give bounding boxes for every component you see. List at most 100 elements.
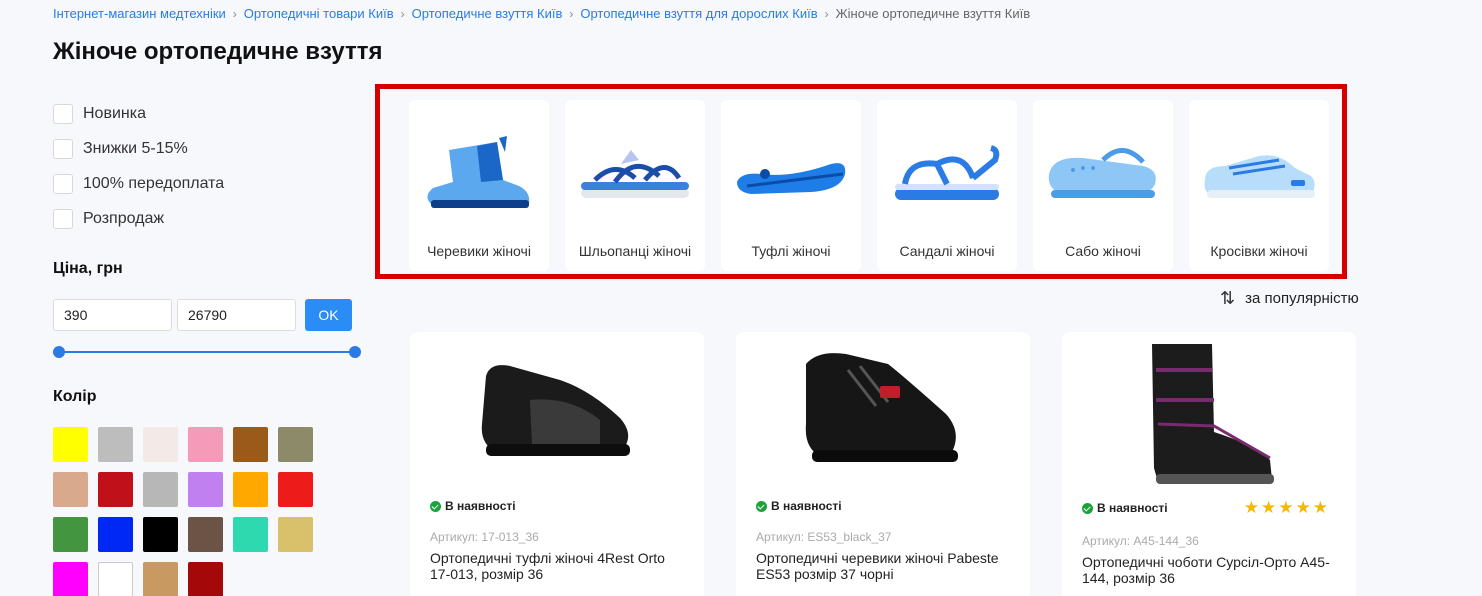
category-label: Туфлі жіночі — [751, 243, 831, 259]
color-swatch-grey-pattern[interactable] — [143, 472, 178, 507]
color-swatch-pink[interactable] — [188, 427, 223, 462]
rating-stars: ★★★★★ — [1243, 498, 1330, 517]
color-filter-title: Колір — [53, 388, 97, 405]
sort-dropdown[interactable]: ⇅ за популярністю — [1220, 288, 1359, 309]
sandal-icon — [895, 145, 1000, 200]
breadcrumb: Інтернет-магазин медтехніки › Ортопедичн… — [53, 6, 1030, 21]
color-swatch-brown[interactable] — [233, 427, 268, 462]
product-name[interactable]: Ортопедичні черевики жіночі Pabeste ES53… — [756, 550, 1014, 582]
color-swatch-blue[interactable] — [98, 517, 133, 552]
category-label: Шльопанці жіночі — [578, 243, 692, 259]
product-image — [481, 365, 630, 456]
clog-icon — [1048, 148, 1156, 198]
checkbox[interactable] — [53, 173, 73, 194]
price-min-input[interactable] — [53, 299, 172, 331]
category-tile-boots[interactable]: Черевики жіночі — [409, 100, 549, 271]
breadcrumb-link[interactable]: Ортопедичне взуття Київ — [412, 6, 563, 21]
stock-label: В наявності — [1097, 501, 1168, 515]
sandal-slide-icon — [581, 150, 689, 198]
color-swatch-white[interactable] — [98, 562, 133, 596]
filter-label: Новинка — [83, 104, 146, 122]
color-swatch-leopard[interactable] — [143, 562, 178, 596]
slider-track — [59, 351, 355, 353]
slider-max-handle[interactable] — [349, 346, 361, 358]
chevron-right-icon: › — [232, 6, 237, 21]
filter-option-new[interactable]: Новинка — [53, 96, 363, 131]
checkbox[interactable] — [53, 103, 73, 124]
product-sku: Артикул: ES53_black_37 — [756, 530, 892, 544]
stock-status: В наявності — [1082, 501, 1168, 515]
category-label: Черевики жіночі — [427, 243, 531, 259]
color-swatch-camouflage[interactable] — [278, 427, 313, 462]
breadcrumb-current: Жіноче ортопедичне взуття Київ — [835, 6, 1031, 21]
breadcrumb-link[interactable]: Ортопедичні товари Київ — [244, 6, 394, 21]
filter-option-discount[interactable]: Знижки 5-15% — [53, 131, 363, 166]
chevron-right-icon: › — [569, 6, 574, 21]
stock-label: В наявності — [771, 499, 842, 513]
product-card[interactable]: В наявності Артикул: ES53_black_37 Ортоп… — [736, 332, 1030, 596]
color-swatch-turquoise[interactable] — [233, 517, 268, 552]
color-swatch-green[interactable] — [53, 517, 88, 552]
filter-option-prepayment[interactable]: 100% передоплата — [53, 166, 363, 201]
filter-label: Знижки 5-15% — [83, 139, 188, 157]
category-tile-shoes[interactable]: Туфлі жіночі — [721, 100, 861, 271]
color-swatch-beige[interactable] — [53, 472, 88, 507]
breadcrumb-link[interactable]: Інтернет-магазин медтехніки — [53, 6, 226, 21]
ankle-boot-icon — [427, 136, 530, 208]
chevron-right-icon: › — [824, 6, 829, 21]
category-label: Кросівки жіночі — [1210, 243, 1308, 259]
category-label: Сабо жіночі — [1065, 243, 1141, 259]
color-swatch-orange[interactable] — [233, 472, 268, 507]
product-sku: Артикул: A45-144_36 — [1082, 534, 1199, 548]
color-swatch-gold[interactable] — [278, 517, 313, 552]
price-ok-button[interactable]: OK — [305, 299, 352, 331]
stock-label: В наявності — [445, 499, 516, 513]
sneaker-icon — [1204, 155, 1315, 198]
color-swatch-magenta[interactable] — [53, 562, 88, 596]
check-circle-icon — [430, 500, 441, 512]
check-circle-icon — [1082, 502, 1093, 514]
color-swatch-snake-pattern[interactable] — [188, 517, 223, 552]
product-name[interactable]: Ортопедичні чоботи Сурсіл-Орто А45-144, … — [1082, 554, 1340, 586]
color-swatch-red[interactable] — [278, 472, 313, 507]
price-filter-title: Ціна, грн — [53, 260, 123, 277]
color-swatch-grey[interactable] — [98, 427, 133, 462]
chevron-right-icon: › — [400, 6, 405, 21]
sort-icon: ⇅ — [1220, 288, 1236, 308]
category-highlight-box: Черевики жіночі Шльопанці жіночі Туфлі ж… — [375, 84, 1347, 279]
color-swatch-yellow[interactable] — [53, 427, 88, 462]
color-swatch-grid — [53, 427, 313, 596]
price-filter: OK — [53, 299, 352, 331]
filter-checkboxes: Новинка Знижки 5-15% 100% передоплата Ро… — [53, 96, 363, 236]
category-tile-sneakers[interactable]: Кросівки жіночі — [1189, 100, 1329, 271]
product-card[interactable]: В наявності Артикул: 17-013_36 Ортопедич… — [410, 332, 704, 596]
slider-min-handle[interactable] — [53, 346, 65, 358]
checkbox[interactable] — [53, 138, 73, 159]
product-image — [1152, 344, 1274, 484]
color-swatch-multicolor[interactable] — [188, 472, 223, 507]
color-swatch-black[interactable] — [143, 517, 178, 552]
category-tile-sandals[interactable]: Сандалі жіночі — [877, 100, 1017, 271]
product-name[interactable]: Ортопедичні туфлі жіночі 4Rest Orto 17-0… — [430, 550, 688, 582]
flat-shoe-icon — [737, 163, 846, 194]
product-sku: Артикул: 17-013_36 — [430, 530, 539, 544]
filter-option-sale[interactable]: Розпродаж — [53, 201, 363, 236]
page-title: Жіноче ортопедичне взуття — [53, 38, 383, 65]
stock-status: В наявності — [430, 499, 516, 513]
checkbox[interactable] — [53, 208, 73, 229]
color-swatch-floral-pattern[interactable] — [143, 427, 178, 462]
check-circle-icon — [756, 500, 767, 512]
breadcrumb-link[interactable]: Ортопедичне взуття для дорослих Київ — [580, 6, 817, 21]
sort-label: за популярністю — [1245, 290, 1359, 307]
price-max-input[interactable] — [177, 299, 296, 331]
category-tile-slides[interactable]: Шльопанці жіночі — [565, 100, 705, 271]
price-range-slider[interactable] — [53, 345, 361, 359]
filter-label: 100% передоплата — [83, 174, 225, 192]
category-label: Сандалі жіночі — [899, 243, 995, 259]
category-tile-clogs[interactable]: Сабо жіночі — [1033, 100, 1173, 271]
color-swatch-red-black[interactable] — [98, 472, 133, 507]
filter-label: Розпродаж — [83, 209, 165, 227]
product-card[interactable]: В наявності ★★★★★ Артикул: A45-144_36 Ор… — [1062, 332, 1356, 596]
color-swatch-dark-red[interactable] — [188, 562, 223, 596]
product-image — [805, 353, 958, 462]
